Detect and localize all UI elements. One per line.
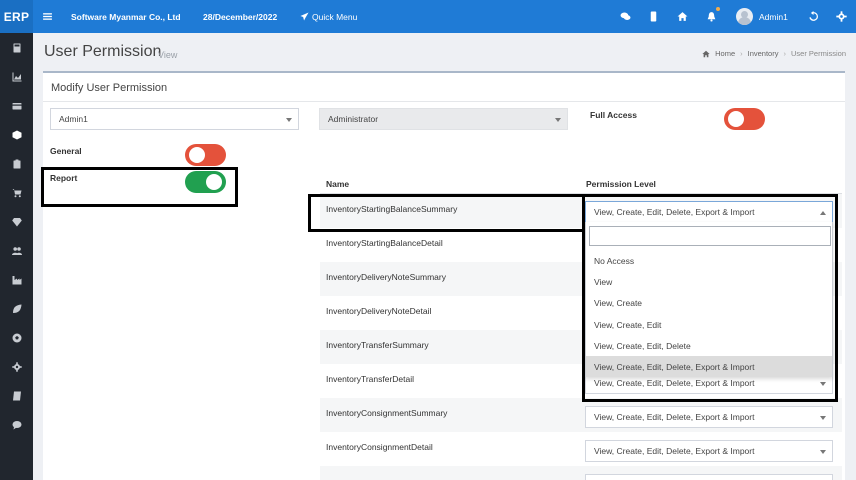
diamond-icon[interactable] bbox=[0, 211, 33, 233]
gear-icon[interactable] bbox=[832, 0, 850, 33]
user-select-value: Admin1 bbox=[59, 114, 88, 124]
breadcrumb: Home › Inventory › User Permission bbox=[702, 49, 846, 58]
settings-icon[interactable] bbox=[0, 356, 33, 378]
leaf-icon[interactable] bbox=[0, 298, 33, 320]
breadcrumb-home[interactable]: Home bbox=[715, 49, 735, 58]
breadcrumb-separator: › bbox=[740, 49, 743, 58]
highlight-box-report bbox=[41, 167, 238, 207]
toggle-knob bbox=[728, 111, 744, 127]
column-header-name: Name bbox=[326, 179, 350, 189]
row-name: InventoryDeliveryNoteDetail bbox=[326, 306, 432, 316]
highlight-box-row-name bbox=[308, 194, 585, 232]
general-toggle[interactable] bbox=[185, 144, 226, 166]
full-access-toggle[interactable] bbox=[724, 108, 765, 130]
top-bar: ERP Software Myanmar Co., Ltd 28/Decembe… bbox=[0, 0, 856, 33]
mobile-icon[interactable] bbox=[644, 0, 662, 33]
factory-icon[interactable] bbox=[0, 269, 33, 291]
quick-menu-label: Quick Menu bbox=[312, 11, 358, 22]
highlight-box-dropdown bbox=[582, 194, 838, 402]
home-icon[interactable] bbox=[673, 0, 691, 33]
menu-icon[interactable] bbox=[38, 0, 56, 33]
role-select: Administrator bbox=[319, 108, 568, 130]
cart-icon[interactable] bbox=[0, 182, 33, 204]
history-icon[interactable] bbox=[804, 0, 822, 33]
paper-plane-icon bbox=[300, 12, 309, 21]
row-name: InventoryTransferDetail bbox=[326, 374, 415, 384]
permission-level-select[interactable]: View, Create, Edit, Delete, Export & Imp… bbox=[585, 406, 833, 428]
clipboard-icon[interactable] bbox=[0, 153, 33, 175]
brand-logo[interactable]: ERP bbox=[0, 0, 33, 33]
permission-level-value: View, Create, Edit, Delete, Export & Imp… bbox=[594, 412, 755, 422]
quick-menu-button[interactable]: Quick Menu bbox=[300, 0, 357, 33]
role-select-value: Administrator bbox=[328, 114, 379, 124]
book-icon[interactable] bbox=[0, 385, 33, 407]
chevron-down-icon bbox=[820, 450, 826, 454]
card-icon[interactable] bbox=[0, 95, 33, 117]
soccer-icon[interactable] bbox=[0, 327, 33, 349]
sidebar bbox=[0, 33, 33, 480]
row-name: InventoryTransferSummary bbox=[326, 340, 429, 350]
chevron-down-icon bbox=[286, 118, 292, 122]
card-title: Modify User Permission bbox=[51, 82, 168, 94]
comment-icon[interactable] bbox=[0, 414, 33, 436]
chevron-down-icon bbox=[555, 118, 561, 122]
permission-level-select[interactable] bbox=[585, 474, 833, 480]
breadcrumb-current: User Permission bbox=[790, 49, 846, 58]
chat-icon[interactable] bbox=[616, 0, 634, 33]
users-icon[interactable] bbox=[0, 240, 33, 262]
general-label: General bbox=[50, 146, 82, 156]
current-date: 28/December/2022 bbox=[203, 11, 278, 22]
permission-level-value: View, Create, Edit, Delete, Export & Imp… bbox=[594, 446, 755, 456]
bell-icon[interactable] bbox=[702, 0, 720, 33]
company-name: Software Myanmar Co., Ltd bbox=[71, 11, 181, 22]
user-select[interactable]: Admin1 bbox=[50, 108, 299, 130]
avatar[interactable] bbox=[736, 8, 753, 25]
row-name: InventoryStartingBalanceDetail bbox=[326, 238, 443, 248]
toggle-knob bbox=[189, 147, 205, 163]
notification-badge bbox=[716, 7, 720, 11]
chart-icon[interactable] bbox=[0, 66, 33, 88]
row-name: InventoryDeliveryNoteSummary bbox=[326, 272, 446, 282]
page-subtitle: View bbox=[158, 50, 178, 60]
calculator-icon[interactable] bbox=[0, 37, 33, 59]
row-name: InventoryConsignmentDetail bbox=[326, 442, 433, 452]
column-header-permission-level: Permission Level bbox=[586, 179, 656, 189]
breadcrumb-separator: › bbox=[783, 49, 786, 58]
user-name[interactable]: Admin1 bbox=[759, 0, 788, 33]
cube-icon[interactable] bbox=[0, 124, 33, 146]
permission-level-select[interactable]: View, Create, Edit, Delete, Export & Imp… bbox=[585, 440, 833, 462]
chevron-down-icon bbox=[820, 416, 826, 420]
full-access-label: Full Access bbox=[590, 110, 637, 120]
breadcrumb-inventory[interactable]: Inventory bbox=[748, 49, 779, 58]
page-title: User Permission bbox=[44, 43, 162, 60]
home-icon bbox=[702, 50, 710, 57]
row-name: InventoryConsignmentSummary bbox=[326, 408, 448, 418]
card-divider bbox=[43, 101, 845, 102]
